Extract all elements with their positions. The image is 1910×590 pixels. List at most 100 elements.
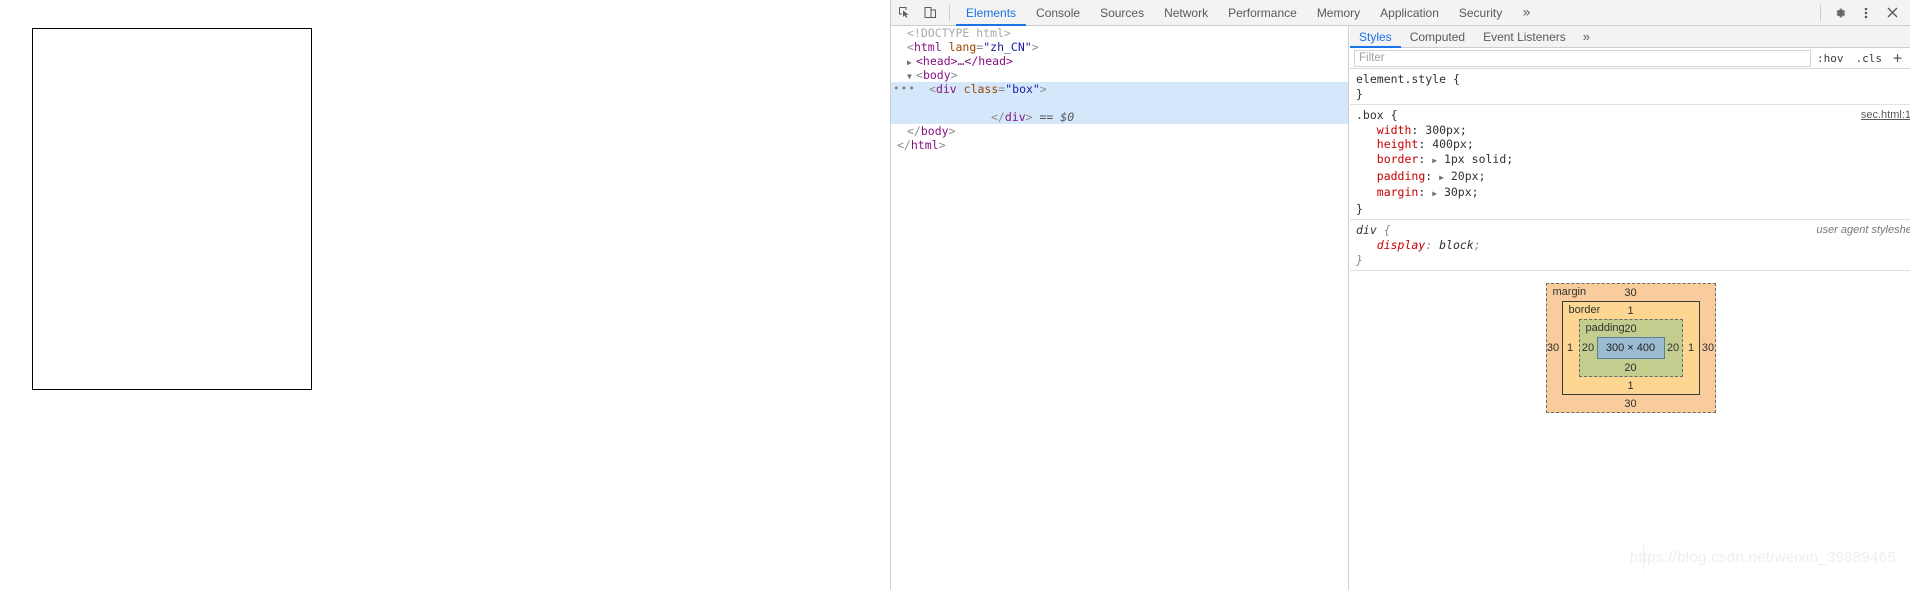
margin-label: margin bbox=[1552, 286, 1587, 299]
border-middle-row: 1 padding 20 20 300 × 400 20 20 1 bbox=[1562, 319, 1700, 378]
prop-border[interactable]: border bbox=[1377, 152, 1419, 166]
prop-height[interactable]: height bbox=[1377, 137, 1419, 151]
tab-security[interactable]: Security bbox=[1449, 0, 1512, 26]
indent-b bbox=[1356, 152, 1377, 166]
toolbar-right-actions bbox=[1814, 1, 1910, 25]
close-icon-svg bbox=[1887, 7, 1897, 18]
indent-m bbox=[1356, 185, 1377, 199]
indent-d bbox=[1356, 238, 1377, 252]
tab-network[interactable]: Network bbox=[1154, 0, 1218, 26]
border-label: border bbox=[1568, 304, 1601, 317]
styles-filter-input[interactable] bbox=[1354, 49, 1811, 67]
border-left-value[interactable]: 1 bbox=[1562, 342, 1579, 354]
dom-line-html[interactable]: <html lang="zh_CN"> bbox=[891, 40, 1348, 54]
css-rule-div-user-agent[interactable]: user agent stylesheet div { display: bloc… bbox=[1350, 220, 1910, 272]
prop-padding[interactable]: padding bbox=[1377, 169, 1425, 183]
html-lang-value: "zh_CN" bbox=[983, 40, 1032, 54]
dom-line-blank[interactable] bbox=[891, 96, 1348, 110]
border-bottom-value[interactable]: 1 bbox=[1627, 380, 1633, 392]
div-class-attr: class bbox=[963, 82, 999, 96]
tab-console[interactable]: Console bbox=[1026, 0, 1090, 26]
tab-performance[interactable]: Performance bbox=[1218, 0, 1307, 26]
dom-line-body-close[interactable]: </body> bbox=[891, 124, 1348, 138]
tab-memory[interactable]: Memory bbox=[1307, 0, 1370, 26]
device-toolbar-icon[interactable] bbox=[917, 1, 943, 25]
tab-application[interactable]: Application bbox=[1370, 0, 1449, 26]
padding-left-value[interactable]: 20 bbox=[1580, 342, 1597, 354]
prop-margin[interactable]: margin bbox=[1377, 185, 1419, 199]
tab-elements[interactable]: Elements bbox=[956, 0, 1026, 26]
tab-event-listeners[interactable]: Event Listeners bbox=[1474, 26, 1575, 48]
semi-w: ; bbox=[1459, 122, 1467, 137]
dom-line-div-box-close[interactable]: </div> == $0 bbox=[891, 110, 1348, 124]
border-bottom-row: 1 bbox=[1627, 377, 1633, 394]
dom-tree-pane[interactable]: <!DOCTYPE html> <html lang="zh_CN"> ▶ <he… bbox=[891, 26, 1349, 590]
div-selector[interactable]: div bbox=[1356, 223, 1377, 237]
kebab-menu-icon[interactable] bbox=[1853, 1, 1879, 25]
css-source-link-box[interactable]: sec.html:1 bbox=[1861, 108, 1910, 123]
margin-left-value[interactable]: 30 bbox=[1545, 342, 1562, 354]
tab-styles[interactable]: Styles bbox=[1350, 26, 1401, 48]
padding-right-value[interactable]: 20 bbox=[1665, 342, 1682, 354]
prop-width[interactable]: width bbox=[1377, 123, 1412, 137]
body-close-angle: > bbox=[950, 68, 958, 82]
border-top-value[interactable]: 1 bbox=[1627, 305, 1633, 317]
cls-toggle-button[interactable]: .cls bbox=[1849, 52, 1888, 65]
body-close-tag-name: body bbox=[920, 124, 949, 138]
doctype-text: <!DOCTYPE html> bbox=[907, 26, 1011, 40]
html-tag-name: html bbox=[913, 40, 942, 54]
dom-ellipsis-dots-icon[interactable]: ••• bbox=[893, 83, 916, 94]
val-height[interactable]: 400px bbox=[1432, 137, 1467, 151]
close-icon[interactable] bbox=[1879, 1, 1905, 25]
styles-tab-list: Styles Computed Event Listeners » bbox=[1350, 26, 1910, 48]
element-style-selector[interactable]: element.style bbox=[1356, 72, 1446, 86]
dom-line-div-box-open[interactable]: ••• <div class="box"> bbox=[891, 82, 1348, 96]
box-model-margin-layer[interactable]: margin 30 30 border 1 1 padding 20 20 30… bbox=[1545, 283, 1717, 414]
dom-line-doctype[interactable]: <!DOCTYPE html> bbox=[891, 26, 1348, 40]
val-margin[interactable]: 30px bbox=[1444, 185, 1472, 199]
rendered-page-viewport bbox=[0, 0, 890, 590]
more-tabs-chevron-icon[interactable]: » bbox=[1512, 0, 1540, 26]
styles-filter-row: :hov .cls + bbox=[1350, 48, 1910, 69]
device-toolbar-icon-svg bbox=[924, 7, 936, 18]
css-rule-box[interactable]: sec.html:1 .box { width: 300px; height: 4… bbox=[1350, 105, 1910, 221]
css-rule-element-style[interactable]: element.style {} bbox=[1350, 69, 1910, 106]
padding-bottom-value[interactable]: 20 bbox=[1624, 362, 1636, 374]
rendered-div-box[interactable] bbox=[32, 28, 312, 390]
box-model-diagram[interactable]: margin 30 30 border 1 1 padding 20 20 30… bbox=[1545, 283, 1717, 414]
prop-display[interactable]: display bbox=[1377, 238, 1425, 252]
dom-line-head[interactable]: ▶ <head>…</head> bbox=[891, 54, 1348, 68]
gear-icon[interactable] bbox=[1827, 1, 1853, 25]
padding-middle-row: 20 300 × 400 20 bbox=[1580, 337, 1682, 360]
box-brace-close: } bbox=[1356, 201, 1363, 216]
hov-toggle-button[interactable]: :hov bbox=[1811, 52, 1850, 65]
html-close-angle: > bbox=[1031, 40, 1039, 54]
val-border[interactable]: 1px solid bbox=[1444, 152, 1506, 166]
margin-top-value[interactable]: 30 bbox=[1624, 287, 1636, 299]
val-width[interactable]: 300px bbox=[1425, 123, 1460, 137]
margin-right-value[interactable]: 30 bbox=[1700, 342, 1717, 354]
box-model-border-layer[interactable]: border 1 1 padding 20 20 300 × 400 20 20… bbox=[1561, 301, 1700, 396]
border-right-value[interactable]: 1 bbox=[1683, 342, 1700, 354]
dom-line-html-close[interactable]: </html> bbox=[891, 138, 1348, 152]
val-display[interactable]: block bbox=[1439, 238, 1474, 252]
new-style-rule-button[interactable]: + bbox=[1888, 51, 1907, 66]
html-lang-attr: lang bbox=[948, 40, 977, 54]
selected-node-ref: == $0 bbox=[1032, 110, 1075, 124]
tab-sources[interactable]: Sources bbox=[1090, 0, 1154, 26]
padding-bottom-row: 20 bbox=[1624, 359, 1636, 376]
semi-p: ; bbox=[1478, 168, 1486, 183]
dom-line-body-open[interactable]: ▼ <body> bbox=[891, 68, 1348, 82]
kebab-menu-icon-svg bbox=[1864, 7, 1868, 18]
box-selector[interactable]: .box bbox=[1356, 108, 1384, 122]
div-close-lt: </ bbox=[991, 110, 1005, 124]
inspect-cursor-icon[interactable] bbox=[891, 1, 917, 25]
body-tag-name: body bbox=[922, 68, 951, 82]
margin-bottom-value[interactable]: 30 bbox=[1624, 398, 1636, 410]
styles-more-tabs-chevron-icon[interactable]: » bbox=[1575, 29, 1598, 44]
padding-top-value[interactable]: 20 bbox=[1624, 323, 1636, 335]
box-model-content-layer[interactable]: 300 × 400 bbox=[1596, 337, 1665, 360]
box-model-padding-layer[interactable]: padding 20 20 300 × 400 20 20 bbox=[1578, 319, 1683, 378]
tab-computed[interactable]: Computed bbox=[1401, 26, 1474, 48]
val-padding[interactable]: 20px bbox=[1451, 169, 1479, 183]
